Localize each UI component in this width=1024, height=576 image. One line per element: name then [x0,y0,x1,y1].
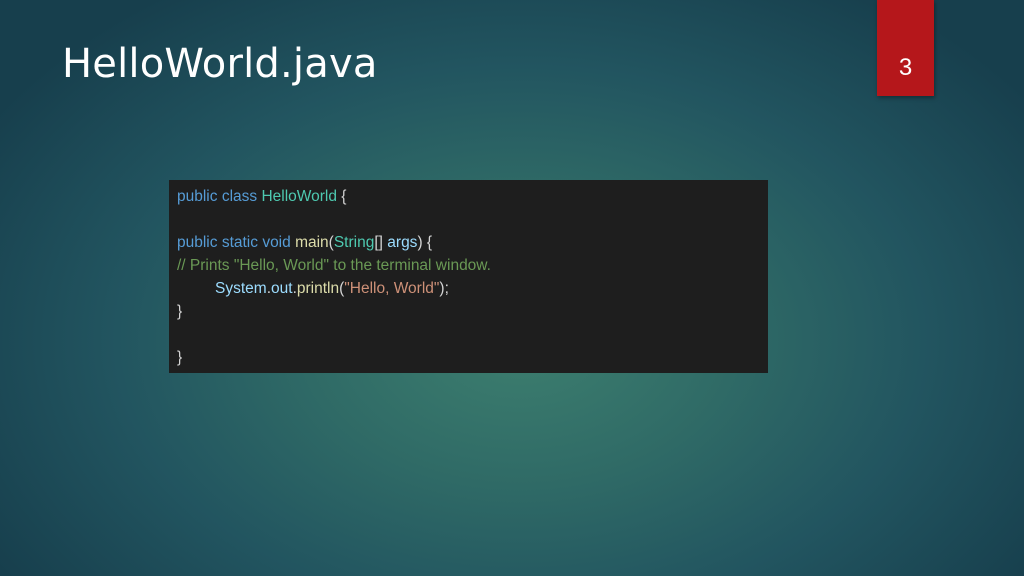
system-class: System [215,280,267,297]
method-name: main [295,234,329,251]
code-line-comment: // Prints "Hello, World" to the terminal… [177,254,768,277]
open-brace: { [341,188,347,205]
param-type: String [333,234,375,251]
keyword-void: void [262,234,291,251]
code-line-class-declaration: public class HelloWorld { [177,185,768,208]
close-brace: } [177,303,183,320]
statement-end: ); [439,280,449,297]
paren-close-brace: ) { [417,234,433,251]
page-number: 3 [898,54,913,81]
keyword-class: class [221,188,258,205]
keyword-static: static [221,234,258,251]
slide: HelloWorld.java 3 public class HelloWorl… [0,0,1024,576]
code-line-main-signature: public static void main(String[] args) { [177,231,768,254]
code-line-close-method: } [177,300,768,323]
string-literal: "Hello, World" [344,280,440,297]
page-number-tab: 3 [877,0,934,96]
close-brace: } [177,349,183,366]
code-line-println: System.out.println("Hello, World"); [177,277,768,300]
class-name: HelloWorld [261,188,337,205]
code-block: public class HelloWorld { public static … [169,180,768,373]
out-field: out [271,280,293,297]
println-method: println [296,280,340,297]
array-brackets: [] [374,234,383,251]
code-comment: // Prints "Hello, World" to the terminal… [177,257,491,274]
code-line-close-class: } [177,346,768,369]
keyword-public: public [177,188,218,205]
param-name: args [387,234,418,251]
slide-title: HelloWorld.java [62,41,378,87]
keyword-public: public [177,234,218,251]
